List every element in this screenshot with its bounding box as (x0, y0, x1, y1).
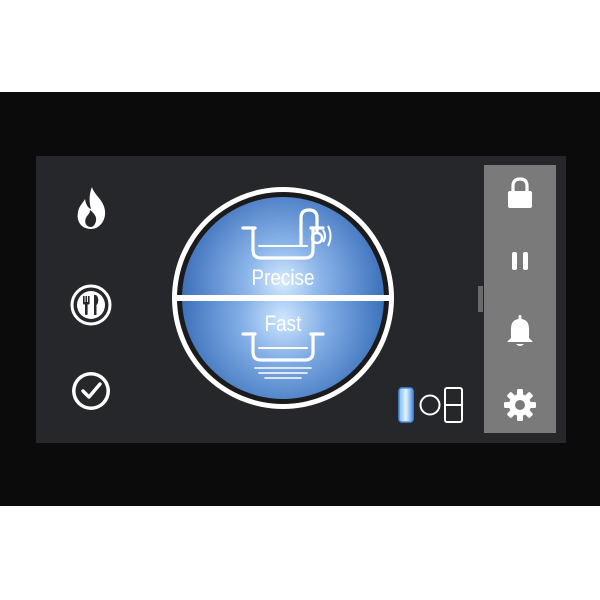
alarm-bell-button[interactable] (484, 303, 556, 359)
cookware-size-indicator[interactable] (397, 386, 465, 424)
pause-button[interactable] (484, 233, 556, 289)
flame-icon[interactable] (70, 185, 114, 231)
panel-drag-handle[interactable] (478, 286, 483, 312)
bell-icon (507, 315, 533, 346)
precise-mode-label[interactable]: Precise (214, 265, 352, 291)
gear-icon (504, 389, 536, 421)
lock-button[interactable] (484, 165, 556, 221)
settings-button[interactable] (484, 377, 556, 433)
lock-icon (508, 177, 532, 208)
fast-mode-label[interactable]: Fast (214, 311, 352, 337)
timer-icon[interactable] (69, 369, 113, 413)
right-control-panel (484, 165, 556, 433)
cutlery-icon[interactable] (69, 283, 113, 327)
pause-icon (512, 252, 528, 270)
cooking-mode-dial[interactable] (171, 186, 395, 410)
